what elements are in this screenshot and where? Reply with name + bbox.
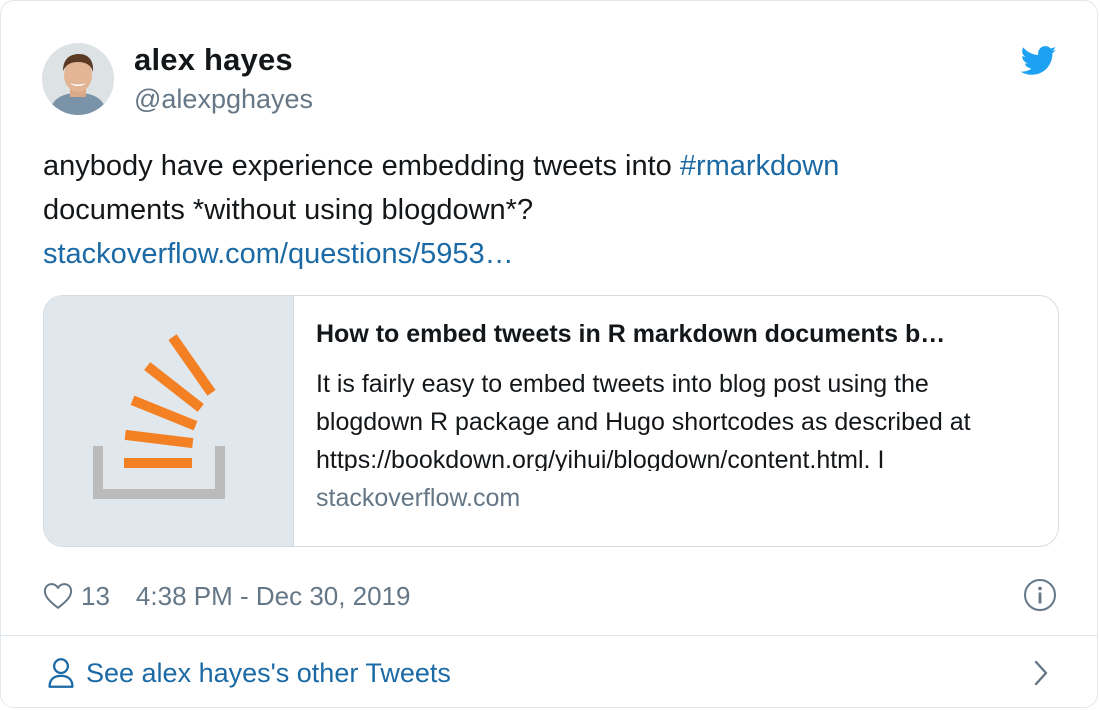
author-avatar[interactable] — [42, 43, 114, 115]
tweet-text-line1: anybody have experience embedding tweets… — [43, 144, 1053, 188]
chevron-right-icon[interactable] — [1031, 658, 1051, 688]
link-preview-card[interactable]: How to embed tweets in R markdown docume… — [43, 295, 1059, 547]
card-domain: stackoverflow.com — [316, 484, 521, 512]
card-title: How to embed tweets in R markdown docume… — [316, 320, 946, 348]
heart-icon[interactable] — [43, 582, 73, 610]
like-count[interactable]: 13 — [81, 581, 110, 612]
card-description: It is fairly easy to embed tweets into b… — [316, 370, 971, 471]
card-thumbnail — [44, 296, 294, 546]
author-handle[interactable]: @alexpghayes — [134, 84, 313, 115]
info-icon[interactable] — [1023, 578, 1057, 612]
tweet-timestamp[interactable]: 4:38 PM - Dec 30, 2019 — [136, 581, 411, 612]
tweet-text: anybody have experience embedding tweets… — [43, 144, 1053, 276]
see-other-tweets-link[interactable]: See alex hayes's other Tweets — [47, 655, 451, 691]
person-icon — [48, 658, 74, 688]
see-other-tweets-label: See alex hayes's other Tweets — [86, 657, 451, 688]
author-name[interactable]: alex hayes — [134, 42, 293, 78]
footer-divider — [1, 635, 1097, 636]
stackoverflow-logo-icon — [93, 334, 225, 499]
tweet-meta-row: 13 4:38 PM - Dec 30, 2019 — [43, 578, 411, 614]
avatar-image — [42, 43, 114, 115]
tweet-embed-card: alex hayes @alexpghayes anybody have exp… — [0, 0, 1098, 708]
tweet-text-prefix: anybody have experience embedding tweets… — [43, 150, 680, 182]
tweet-text-line2: documents *without using blogdown*? — [43, 194, 534, 226]
tweet-url-link[interactable]: stackoverflow.com/questions/5953… — [43, 232, 1053, 276]
hashtag-link[interactable]: #rmarkdown — [680, 150, 840, 182]
twitter-bird-icon[interactable] — [1021, 46, 1057, 76]
